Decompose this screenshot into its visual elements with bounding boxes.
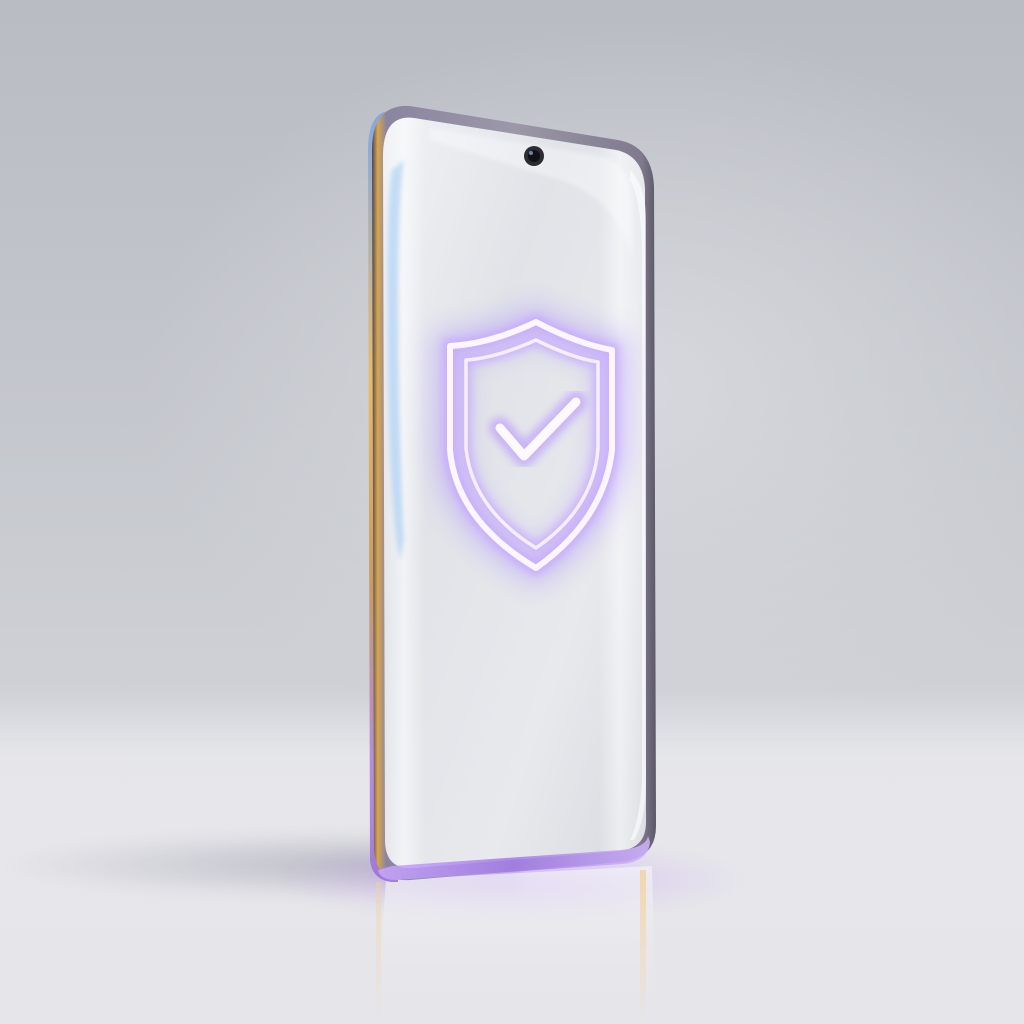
front-camera [524, 146, 544, 166]
smartphone [368, 105, 656, 882]
product-render-scene [0, 0, 1024, 1024]
